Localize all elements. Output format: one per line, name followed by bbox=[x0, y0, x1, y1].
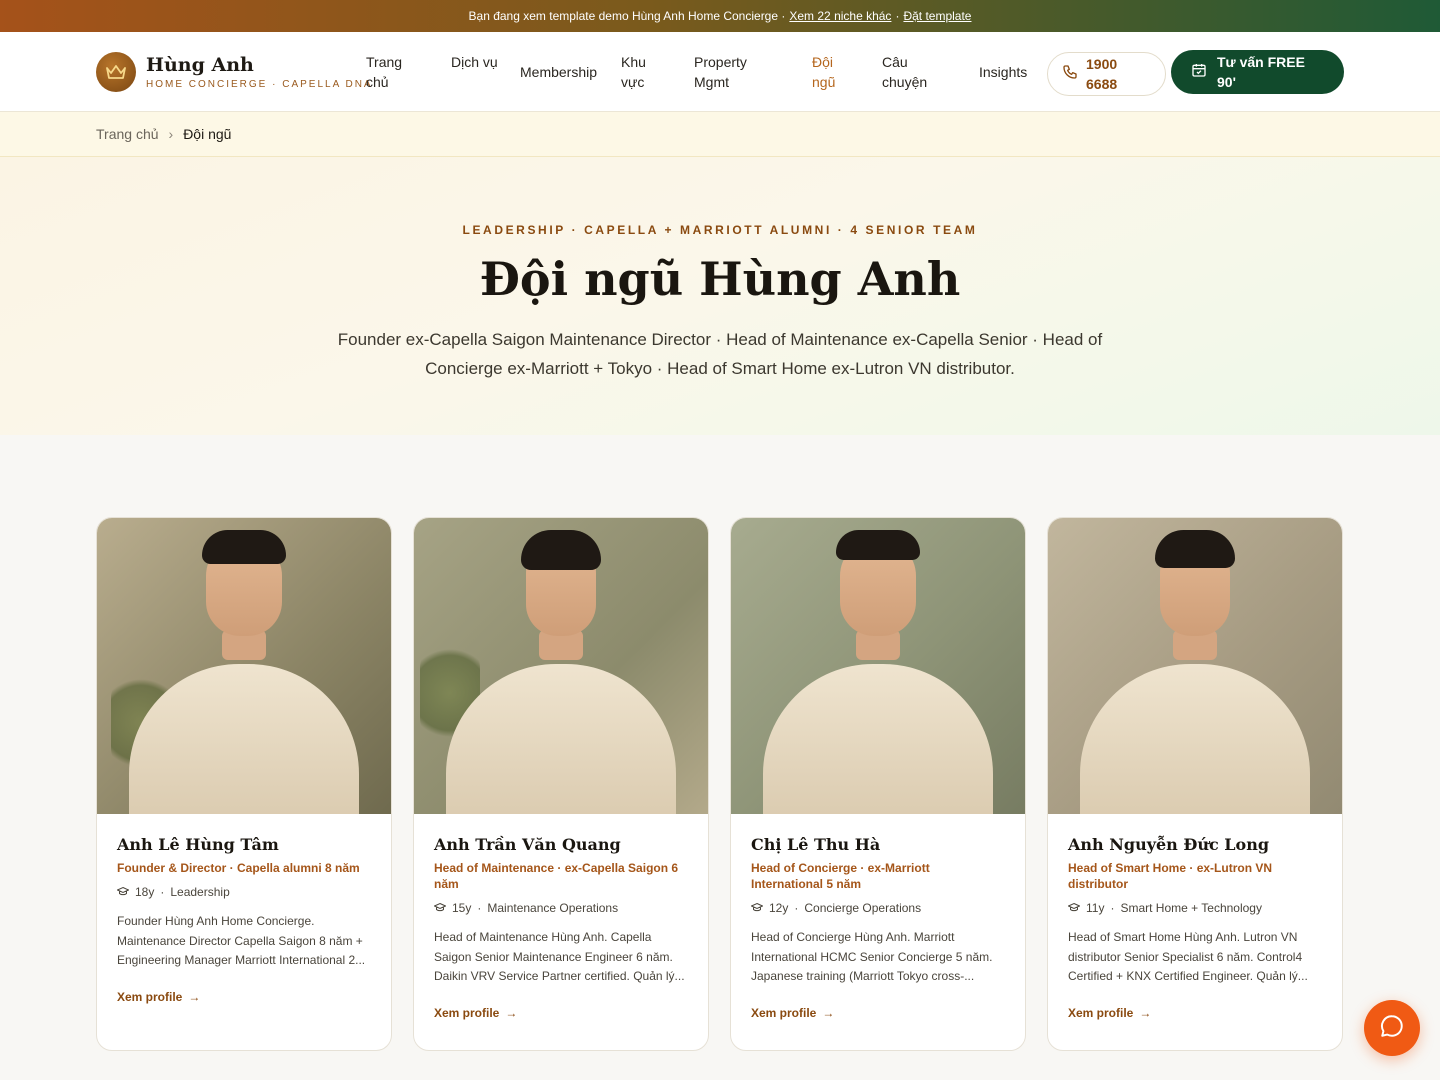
arrow-right-icon: → bbox=[188, 990, 201, 1004]
member-years: 12y bbox=[769, 901, 789, 915]
hero-subtitle: Founder ex-Capella Saigon Maintenance Di… bbox=[337, 330, 1103, 378]
graduation-cap-icon bbox=[433, 900, 447, 916]
member-meta: 11y · Smart Home + Technology bbox=[1067, 900, 1322, 916]
member-years: 11y bbox=[1086, 901, 1105, 915]
team-card[interactable]: Chị Lê Thu Hà Head of Concierge · ex-Mar… bbox=[730, 517, 1026, 1051]
page-title: Đội ngũ Hùng Anh bbox=[479, 252, 961, 306]
team-grid: Anh Lê Hùng Tâm Founder & Director · Cap… bbox=[96, 517, 1343, 1051]
team-card[interactable]: Anh Trần Văn Quang Head of Maintenance ·… bbox=[413, 517, 709, 1051]
consult-button[interactable]: Tư vấn FREE 90' bbox=[1171, 50, 1344, 94]
member-years: 18y bbox=[135, 885, 155, 899]
nav-membership[interactable]: Membership bbox=[520, 62, 597, 82]
view-profile-label: Xem profile bbox=[751, 1006, 817, 1020]
breadcrumb-current: Đội ngũ bbox=[183, 126, 232, 142]
nav-property-mgmt[interactable]: Property Mgmt bbox=[694, 52, 764, 92]
view-profile-link[interactable]: Xem profile → bbox=[434, 1006, 517, 1020]
member-meta: 12y · Concierge Operations bbox=[750, 900, 1005, 916]
nav-insights[interactable]: Insights bbox=[979, 62, 1027, 82]
graduation-cap-icon bbox=[116, 884, 130, 900]
member-role: Founder & Director · Capella alumni 8 nă… bbox=[117, 861, 360, 875]
more-niches-link[interactable]: Xem 22 niche khác bbox=[789, 9, 891, 23]
nav-stories[interactable]: Câu chuyện bbox=[882, 52, 942, 92]
banner-separator: · bbox=[895, 9, 900, 23]
team-photo bbox=[1048, 518, 1342, 814]
crown-icon bbox=[96, 52, 136, 92]
graduation-cap-icon bbox=[1067, 900, 1081, 916]
member-area: Smart Home + Technology bbox=[1120, 901, 1262, 915]
member-years: 15y bbox=[452, 901, 472, 915]
arrow-right-icon: → bbox=[822, 1006, 835, 1020]
member-meta: 18y · Leadership bbox=[116, 884, 371, 900]
member-role: Head of Maintenance · ex-Capella Saigon … bbox=[434, 861, 679, 891]
phone-icon bbox=[1062, 64, 1078, 85]
logo[interactable]: Hùng Anh HOME CONCIERGE · CAPELLA DNA bbox=[96, 52, 373, 92]
breadcrumb-chevron-icon: › bbox=[168, 126, 174, 142]
member-desc: Head of Smart Home Hùng Anh. Lutron VN d… bbox=[1068, 930, 1308, 983]
nav-areas[interactable]: Khu vực bbox=[621, 52, 665, 92]
phone-button[interactable]: 1900 6688 bbox=[1047, 52, 1166, 96]
banner-text: Bạn đang xem template demo Hùng Anh Home… bbox=[468, 9, 786, 23]
hero: LEADERSHIP · CAPELLA + MARRIOTT ALUMNI ·… bbox=[0, 157, 1440, 435]
team-photo bbox=[97, 518, 391, 814]
team-card[interactable]: Anh Lê Hùng Tâm Founder & Director · Cap… bbox=[96, 517, 392, 1051]
team-photo bbox=[414, 518, 708, 814]
member-name: Anh Nguyễn Đức Long bbox=[1068, 835, 1270, 854]
member-role: Head of Smart Home · ex-Lutron VN distri… bbox=[1068, 861, 1273, 891]
member-area: Maintenance Operations bbox=[487, 901, 619, 915]
member-name: Chị Lê Thu Hà bbox=[751, 835, 881, 854]
nav-home[interactable]: Trang chủ bbox=[366, 52, 426, 92]
site-header: Hùng Anh HOME CONCIERGE · CAPELLA DNA Tr… bbox=[0, 32, 1440, 112]
member-name: Anh Trần Văn Quang bbox=[434, 835, 621, 854]
demo-banner: Bạn đang xem template demo Hùng Anh Home… bbox=[0, 0, 1440, 32]
member-desc: Head of Maintenance Hùng Anh. Capella Sa… bbox=[434, 930, 685, 983]
meta-separator: · bbox=[477, 901, 482, 915]
member-area: Leadership bbox=[170, 885, 230, 899]
graduation-cap-icon bbox=[750, 900, 764, 916]
chat-bubble-icon bbox=[1379, 1013, 1405, 1044]
logo-tagline: HOME CONCIERGE · CAPELLA DNA bbox=[146, 79, 373, 90]
team-photo bbox=[731, 518, 1025, 814]
member-desc: Head of Concierge Hùng Anh. Marriott Int… bbox=[751, 930, 993, 983]
meta-separator: · bbox=[1110, 901, 1115, 915]
member-desc: Founder Hùng Anh Home Concierge. Mainten… bbox=[117, 914, 366, 967]
calendar-icon bbox=[1191, 62, 1207, 83]
hero-eyebrow: LEADERSHIP · CAPELLA + MARRIOTT ALUMNI ·… bbox=[462, 223, 978, 237]
arrow-right-icon: → bbox=[1139, 1006, 1152, 1020]
member-role: Head of Concierge · ex-Marriott Internat… bbox=[751, 861, 930, 891]
member-name: Anh Lê Hùng Tâm bbox=[117, 835, 279, 854]
nav-team[interactable]: Đội ngũ bbox=[812, 52, 852, 92]
team-card[interactable]: Anh Nguyễn Đức Long Head of Smart Home ·… bbox=[1047, 517, 1343, 1051]
member-meta: 15y · Maintenance Operations bbox=[433, 900, 688, 916]
view-profile-link[interactable]: Xem profile → bbox=[751, 1006, 834, 1020]
breadcrumb-home[interactable]: Trang chủ bbox=[96, 126, 159, 142]
view-profile-label: Xem profile bbox=[434, 1006, 500, 1020]
logo-name: Hùng Anh bbox=[146, 54, 254, 76]
meta-separator: · bbox=[160, 885, 165, 899]
nav-services[interactable]: Dịch vụ bbox=[451, 52, 501, 72]
view-profile-link[interactable]: Xem profile → bbox=[117, 990, 200, 1004]
view-profile-label: Xem profile bbox=[117, 990, 183, 1004]
consult-label: Tư vấn FREE 90' bbox=[1217, 54, 1305, 90]
member-area: Concierge Operations bbox=[804, 901, 922, 915]
chat-button[interactable] bbox=[1364, 1000, 1420, 1056]
phone-number: 1900 6688 bbox=[1086, 56, 1118, 92]
order-template-link[interactable]: Đặt template bbox=[903, 9, 971, 23]
view-profile-link[interactable]: Xem profile → bbox=[1068, 1006, 1151, 1020]
meta-separator: · bbox=[794, 901, 799, 915]
arrow-right-icon: → bbox=[505, 1006, 518, 1020]
breadcrumb: Trang chủ › Đội ngũ bbox=[0, 112, 1440, 157]
view-profile-label: Xem profile bbox=[1068, 1006, 1134, 1020]
